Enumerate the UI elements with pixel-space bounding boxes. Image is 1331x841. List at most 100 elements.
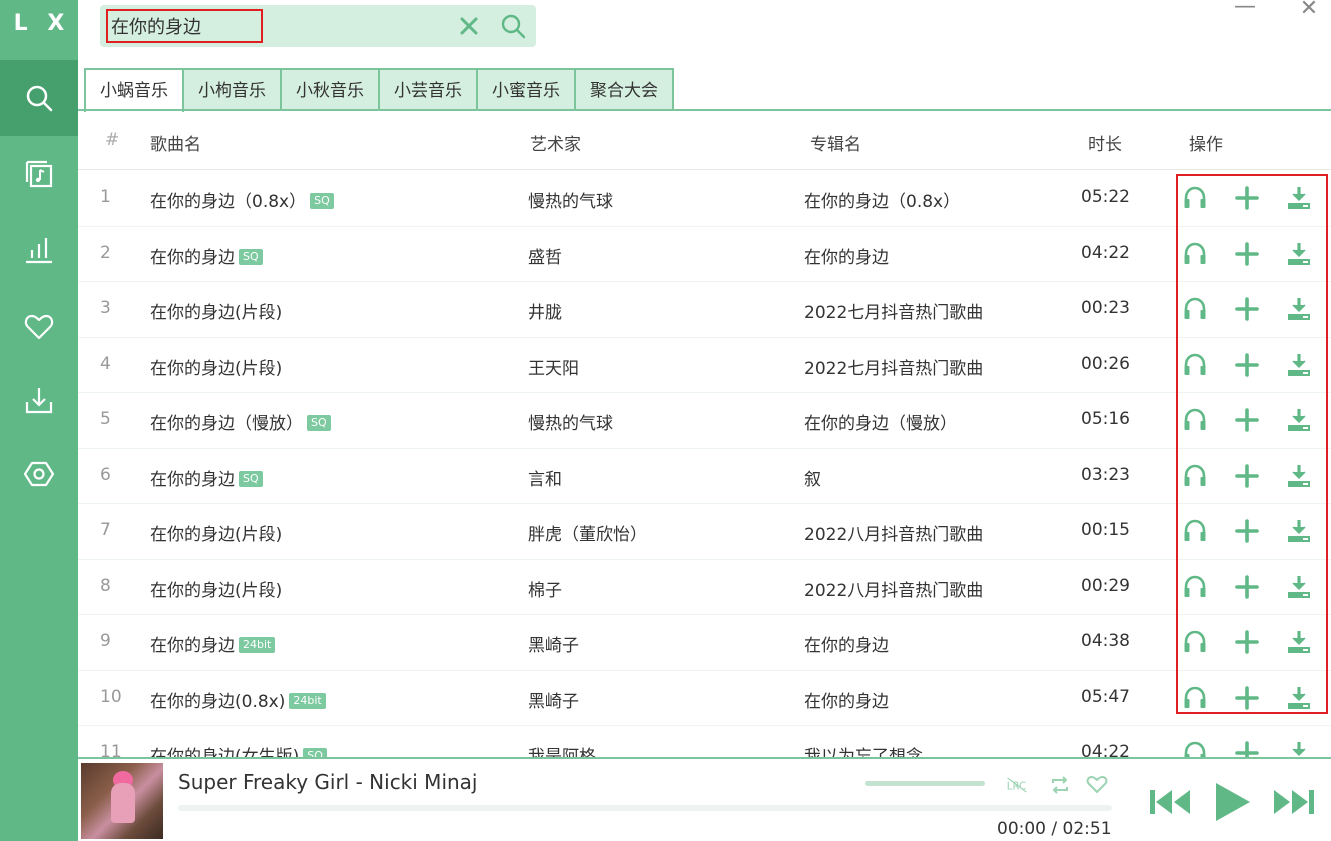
download-song-icon[interactable] <box>1286 296 1312 322</box>
duration: 05:47 <box>1081 686 1130 707</box>
add-icon[interactable] <box>1234 685 1260 711</box>
add-icon[interactable] <box>1234 352 1260 378</box>
lyrics-icon[interactable]: LRC <box>1006 774 1028 796</box>
table-row[interactable]: 9 在你的身边 24bit 黑崎子 在你的身边 04:38 <box>78 615 1331 671</box>
listen-icon[interactable] <box>1182 740 1208 758</box>
song-name: 在你的身边 SQ <box>150 465 263 490</box>
duration: 03:23 <box>1081 464 1130 485</box>
listen-icon[interactable] <box>1182 463 1208 489</box>
table-row[interactable]: 3 在你的身边(片段) 井胧 2022七月抖音热门歌曲 00:23 <box>78 282 1331 338</box>
quality-badge: SQ <box>239 248 263 265</box>
song-name: 在你的身边(女生版) SQ <box>150 742 327 758</box>
volume-slider[interactable] <box>865 781 985 786</box>
duration: 00:15 <box>1081 520 1130 540</box>
song-name: 在你的身边(片段) <box>150 358 283 379</box>
tab-aggregate[interactable]: 聚合大会 <box>576 68 674 110</box>
now-playing-title: Super Freaky Girl - Nicki Minaj <box>178 770 478 794</box>
song-name: 在你的身边 SQ <box>150 243 263 268</box>
clear-icon[interactable] <box>458 15 480 37</box>
table-row[interactable]: 6 在你的身边 SQ 言和 叙 03:23 <box>78 449 1331 504</box>
minimize-button[interactable]: — <box>1234 0 1256 20</box>
artist-name: 我是阿格 <box>528 747 596 758</box>
row-number: 11 <box>100 742 122 758</box>
tab-xiaogou[interactable]: 小枸音乐 <box>184 68 282 110</box>
duration: 04:38 <box>1081 631 1130 651</box>
table-row[interactable]: 8 在你的身边(片段) 棉子 2022八月抖音热门歌曲 00:29 <box>78 560 1331 615</box>
table-row[interactable]: 7 在你的身边(片段) 胖虎（董欣怡） 2022八月抖音热门歌曲 00:15 <box>78 504 1331 560</box>
download-song-icon[interactable] <box>1286 518 1312 544</box>
tab-xiaowo[interactable]: 小蜗音乐 <box>84 68 184 112</box>
song-name: 在你的身边(片段) <box>150 303 283 323</box>
tab-xiaoyun[interactable]: 小芸音乐 <box>380 68 478 110</box>
album-name: 2022八月抖音热门歌曲 <box>804 580 984 601</box>
artist-name: 王天阳 <box>528 358 579 379</box>
playback-time: 00:00 / 02:51 <box>997 819 1112 839</box>
add-icon[interactable] <box>1234 518 1260 544</box>
add-icon[interactable] <box>1234 629 1260 655</box>
nav-download[interactable] <box>0 362 78 438</box>
nav-settings[interactable] <box>0 436 78 512</box>
download-song-icon[interactable] <box>1286 574 1312 600</box>
add-icon[interactable] <box>1234 463 1260 489</box>
nav-favorites[interactable] <box>0 288 78 364</box>
tab-xiaomi[interactable]: 小蜜音乐 <box>478 68 576 110</box>
table-row[interactable]: 1 在你的身边（0.8x） SQ 慢热的气球 在你的身边（0.8x） 05:22 <box>78 171 1331 227</box>
add-icon[interactable] <box>1234 241 1260 267</box>
listen-icon[interactable] <box>1182 241 1208 267</box>
listen-icon[interactable] <box>1182 185 1208 211</box>
row-number: 9 <box>100 631 111 651</box>
download-song-icon[interactable] <box>1286 685 1312 711</box>
listen-icon[interactable] <box>1182 629 1208 655</box>
table-row[interactable]: 4 在你的身边(片段) 王天阳 2022七月抖音热门歌曲 00:26 <box>78 338 1331 393</box>
album-name: 在你的身边 <box>804 691 889 712</box>
close-button[interactable]: ✕ <box>1298 0 1320 20</box>
add-icon[interactable] <box>1234 574 1260 600</box>
row-number: 5 <box>100 409 111 429</box>
repeat-icon[interactable] <box>1049 774 1071 796</box>
download-song-icon[interactable] <box>1286 407 1312 433</box>
next-icon[interactable] <box>1272 786 1316 818</box>
add-icon[interactable] <box>1234 740 1260 758</box>
table-row[interactable]: 2 在你的身边 SQ 盛哲 在你的身边 04:22 <box>78 227 1331 282</box>
listen-icon[interactable] <box>1182 407 1208 433</box>
nav-song-list[interactable] <box>0 136 78 212</box>
artist-name: 言和 <box>528 469 562 490</box>
sidebar: L X <box>0 0 78 841</box>
previous-icon[interactable] <box>1148 786 1192 818</box>
table-row[interactable]: 10 在你的身边(0.8x) 24bit 黑崎子 在你的身边 05:47 <box>78 671 1331 726</box>
listen-icon[interactable] <box>1182 685 1208 711</box>
download-song-icon[interactable] <box>1286 241 1312 267</box>
table-row[interactable]: 5 在你的身边（慢放） SQ 慢热的气球 在你的身边（慢放） 05:16 <box>78 393 1331 449</box>
nav-leaderboard[interactable] <box>0 212 78 288</box>
download-song-icon[interactable] <box>1286 352 1312 378</box>
progress-bar[interactable] <box>178 805 1112 811</box>
album-name: 在你的身边（0.8x） <box>804 192 961 212</box>
listen-icon[interactable] <box>1182 352 1208 378</box>
artist-name: 棉子 <box>528 580 562 601</box>
nav-search[interactable] <box>0 60 78 136</box>
listen-icon[interactable] <box>1182 518 1208 544</box>
add-icon[interactable] <box>1234 407 1260 433</box>
play-icon[interactable] <box>1212 781 1252 823</box>
header-num: # <box>105 130 120 150</box>
duration: 05:22 <box>1081 187 1130 207</box>
song-name: 在你的身边(片段) <box>150 580 283 601</box>
artist-name: 慢热的气球 <box>528 192 613 212</box>
comment-icon[interactable] <box>1086 774 1108 796</box>
tab-xiaoqiu[interactable]: 小秋音乐 <box>282 68 380 110</box>
download-song-icon[interactable] <box>1286 740 1312 758</box>
add-icon[interactable] <box>1234 296 1260 322</box>
add-icon[interactable] <box>1234 185 1260 211</box>
download-song-icon[interactable] <box>1286 185 1312 211</box>
listen-icon[interactable] <box>1182 574 1208 600</box>
listen-icon[interactable] <box>1182 296 1208 322</box>
search-button-icon[interactable] <box>500 13 526 39</box>
download-song-icon[interactable] <box>1286 629 1312 655</box>
quality-badge: 24bit <box>289 692 326 709</box>
album-cover[interactable] <box>81 763 163 839</box>
table-row[interactable]: 11 在你的身边(女生版) SQ 我是阿格 我以为忘了想念 04:22 <box>78 726 1331 758</box>
download-song-icon[interactable] <box>1286 463 1312 489</box>
header-duration: 时长 <box>1088 135 1122 155</box>
main-panel: — ✕ 小蜗音乐 小枸音乐 小秋音乐 小芸音乐 小蜜音乐 聚合大会 # 歌曲名 … <box>78 0 1331 841</box>
search-input[interactable] <box>106 9 263 43</box>
